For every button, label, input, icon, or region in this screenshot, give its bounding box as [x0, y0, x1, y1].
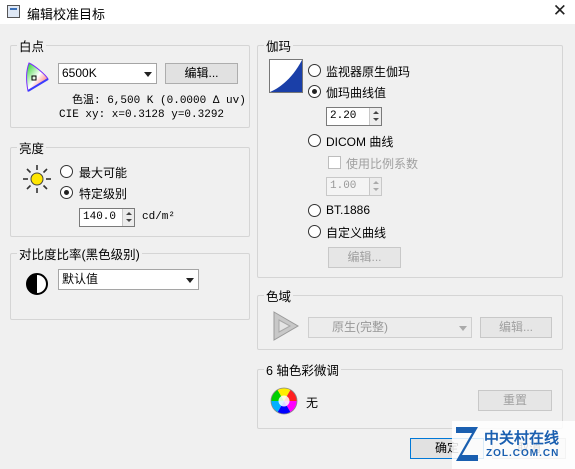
watermark-brand: 中关村在线	[484, 430, 560, 447]
hue-tweak-reset-button[interactable]: 重置	[478, 390, 552, 411]
color-wheel-icon	[270, 387, 298, 415]
gamma-native-radio[interactable]	[308, 64, 321, 77]
contrast-icon	[26, 273, 48, 295]
gamma-bt1886-label: BT.1886	[326, 203, 371, 217]
chromaticity-icon	[26, 62, 49, 92]
sun-icon	[23, 165, 51, 193]
gamma-bt1886-radio[interactable]	[308, 204, 321, 217]
gamma-custom-edit-button[interactable]: 编辑...	[328, 247, 401, 268]
spin-arrows-icon[interactable]	[369, 178, 381, 195]
gamma-custom-label: 自定义曲线	[326, 226, 387, 240]
white-point-preset-select[interactable]: 6500K	[58, 63, 157, 84]
spin-arrows-icon[interactable]	[369, 108, 381, 125]
gamma-value: 2.20	[330, 110, 357, 122]
title-bar: 编辑校准目标 ✕	[0, 0, 575, 24]
gamma-scale-value: 1.00	[330, 180, 357, 192]
gamma-curve-label: 伽玛曲线值	[326, 86, 387, 100]
gamma-value-stepper[interactable]: 2.20	[326, 107, 382, 126]
watermark: 中关村在线 ZOL.COM.CN	[452, 421, 575, 469]
white-point-preset-value: 6500K	[62, 66, 97, 80]
brightness-unit: cd/m²	[142, 211, 176, 223]
brightness-level-radio[interactable]	[60, 186, 73, 199]
brightness-max-label: 最大可能	[79, 166, 128, 180]
contrast-select[interactable]: 默认值	[58, 269, 199, 290]
contrast-value: 默认值	[62, 272, 99, 286]
color-temp-text: 色温: 6,500 K (0.0000 Δ uv)	[72, 95, 246, 107]
gamma-dicom-radio[interactable]	[308, 134, 321, 147]
brightness-level-label: 特定级别	[79, 187, 128, 201]
gamut-select[interactable]: 原生(完整)	[308, 317, 472, 338]
window-title: 编辑校准目标	[27, 7, 106, 22]
chevron-down-icon	[144, 72, 152, 77]
chevron-down-icon	[459, 326, 467, 331]
white-point-edit-button[interactable]: 编辑...	[165, 63, 238, 84]
gamma-scale-stepper[interactable]: 1.00	[326, 177, 382, 196]
cie-xy-text: CIE xy: x=0.3128 y=0.3292	[59, 109, 225, 121]
hue-tweak-legend: 6 轴色彩微调	[266, 364, 339, 378]
chevron-down-icon	[186, 278, 194, 283]
spin-arrows-icon[interactable]	[122, 209, 134, 226]
gamut-triangle-icon	[273, 311, 299, 341]
close-icon[interactable]: ✕	[553, 1, 567, 21]
brightness-level-stepper[interactable]: 140.0	[79, 208, 135, 227]
contrast-legend: 对比度比率(黑色级别)	[19, 248, 140, 262]
brightness-max-radio[interactable]	[60, 165, 73, 178]
gamma-dicom-label: DICOM 曲线	[326, 135, 394, 149]
gamma-custom-radio[interactable]	[308, 225, 321, 238]
brightness-legend: 亮度	[19, 142, 45, 156]
hue-tweak-value: 无	[306, 396, 319, 410]
app-icon	[7, 5, 20, 18]
gamut-edit-button[interactable]: 编辑...	[480, 317, 552, 338]
gamma-scale-label: 使用比例系数	[346, 157, 419, 171]
gamut-legend: 色域	[266, 290, 292, 304]
gamma-scale-checkbox[interactable]	[328, 156, 341, 169]
gamma-curve-radio[interactable]	[308, 85, 321, 98]
gamma-legend: 伽玛	[266, 40, 292, 54]
zol-logo-icon	[456, 427, 478, 461]
gamma-curve-icon	[269, 59, 303, 93]
gamma-native-label: 监视器原生伽玛	[326, 65, 411, 79]
watermark-url: ZOL.COM.CN	[486, 448, 560, 459]
gamut-value: 原生(完整)	[332, 320, 388, 334]
brightness-level-value: 140.0	[83, 211, 117, 223]
white-point-legend: 白点	[19, 40, 45, 54]
